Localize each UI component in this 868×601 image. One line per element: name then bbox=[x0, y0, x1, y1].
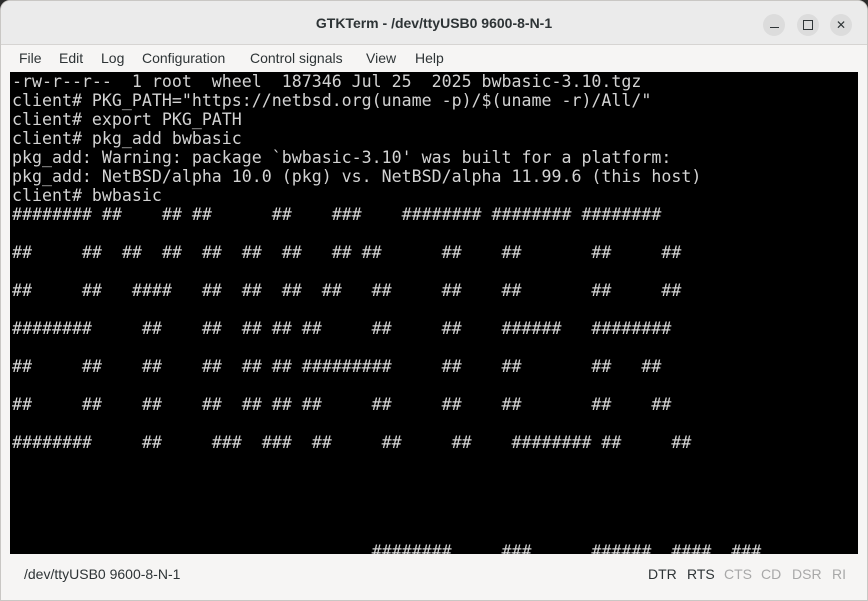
terminal-line: ## ## ## ## ## ## ## ## ## ## ## ## ## bbox=[12, 243, 682, 262]
maximize-icon bbox=[803, 19, 813, 30]
menu-edit[interactable]: Edit bbox=[59, 50, 83, 66]
minimize-button[interactable] bbox=[763, 14, 785, 36]
signal-cts: CTS bbox=[724, 566, 752, 582]
terminal-output: -rw-r--r-- 1 root wheel 187346 Jul 25 20… bbox=[12, 72, 701, 452]
maximize-button[interactable] bbox=[797, 14, 819, 36]
terminal-line: ## ## ## ## ## ## ## ## ## ## ## ## bbox=[12, 395, 672, 414]
close-button[interactable]: ✕ bbox=[830, 14, 852, 36]
signal-cd: CD bbox=[761, 566, 782, 582]
terminal-line: client# bwbasic bbox=[12, 186, 162, 205]
signal-rts: RTS bbox=[687, 566, 715, 582]
signal-ri: RI bbox=[832, 566, 846, 582]
menu-help[interactable]: Help bbox=[415, 50, 444, 66]
terminal-line: ######## ## ## ## ## ## ## ## ###### ###… bbox=[12, 319, 672, 338]
port-settings-status: /dev/ttyUSB0 9600-8-N-1 bbox=[24, 566, 181, 582]
terminal-line: ## ## #### ## ## ## ## ## ## ## ## ## bbox=[12, 281, 682, 300]
menu-configuration[interactable]: Configuration bbox=[142, 50, 225, 66]
gtkterm-window: GTKTerm - /dev/ttyUSB0 9600-8-N-1 ✕ File… bbox=[0, 0, 868, 601]
terminal-line: ## ## ## ## ## ## ######### ## ## ## ## bbox=[12, 357, 662, 376]
status-bar: /dev/ttyUSB0 9600-8-N-1 DTR RTS CTS CD D… bbox=[10, 554, 858, 594]
terminal-area[interactable]: -rw-r--r-- 1 root wheel 187346 Jul 25 20… bbox=[10, 72, 858, 554]
menu-view[interactable]: View bbox=[366, 50, 396, 66]
terminal-partial-line: ######## ### ###### #### ### bbox=[12, 542, 762, 554]
signal-dtr: DTR bbox=[648, 566, 677, 582]
terminal-line: client# pkg_add bwbasic bbox=[12, 129, 242, 148]
menu-log[interactable]: Log bbox=[101, 50, 124, 66]
terminal-line: -rw-r--r-- 1 root wheel 187346 Jul 25 20… bbox=[12, 72, 642, 91]
terminal-line: client# PKG_PATH="https://netbsd.org(una… bbox=[12, 91, 652, 110]
minimize-icon bbox=[769, 26, 779, 28]
terminal-line: ######## ## ## ## ## ### ######## ######… bbox=[12, 205, 662, 224]
window-title: GTKTerm - /dev/ttyUSB0 9600-8-N-1 bbox=[315, 15, 553, 31]
signal-dsr: DSR bbox=[792, 566, 822, 582]
menu-file[interactable]: File bbox=[19, 50, 42, 66]
close-icon: ✕ bbox=[835, 18, 847, 32]
title-bar[interactable]: GTKTerm - /dev/ttyUSB0 9600-8-N-1 ✕ bbox=[1, 1, 867, 45]
menu-bar: File Edit Log Configuration Control sign… bbox=[1, 45, 867, 72]
terminal-line: pkg_add: Warning: package `bwbasic-3.10'… bbox=[12, 148, 672, 167]
terminal-line: client# export PKG_PATH bbox=[12, 110, 242, 129]
menu-control-signals[interactable]: Control signals bbox=[250, 50, 343, 66]
terminal-line: ######## ## ### ### ## ## ## ######## ##… bbox=[12, 433, 692, 452]
terminal-line: pkg_add: NetBSD/alpha 10.0 (pkg) vs. Net… bbox=[12, 167, 702, 186]
